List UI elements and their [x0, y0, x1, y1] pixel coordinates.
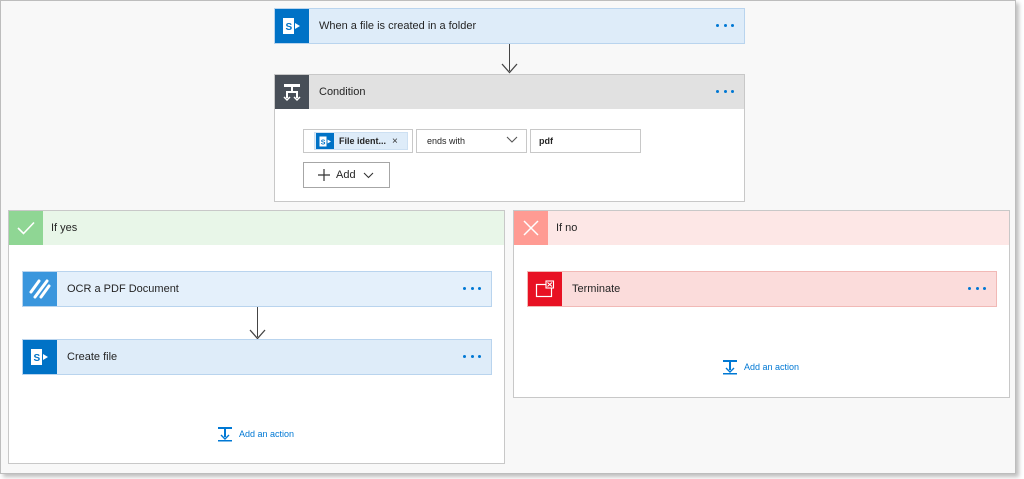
- token-remove-button[interactable]: ×: [386, 136, 398, 147]
- svg-text:S: S: [286, 22, 293, 33]
- add-label: Add: [336, 169, 356, 181]
- token-label: File ident...: [339, 136, 387, 146]
- if-yes-header[interactable]: If yes: [9, 211, 504, 245]
- create-file-action-title: Create file: [67, 351, 118, 363]
- if-yes-add-action-link[interactable]: Add an action: [217, 426, 294, 442]
- ocr-icon: [23, 272, 57, 306]
- terminate-action-card[interactable]: Terminate: [527, 271, 997, 307]
- condition-icon: [275, 75, 309, 109]
- chevron-down-icon: [506, 136, 518, 143]
- condition-left-operand-field[interactable]: S File ident... ×: [303, 129, 413, 153]
- chevron-down-icon: [363, 172, 373, 178]
- checkmark-icon: [9, 211, 43, 245]
- terminate-action-header[interactable]: Terminate: [528, 272, 996, 306]
- terminate-more-options-button[interactable]: [968, 281, 986, 295]
- condition-value-input[interactable]: pdf: [530, 129, 641, 153]
- if-no-add-action-link[interactable]: Add an action: [722, 359, 799, 375]
- if-no-header[interactable]: If no: [514, 211, 1009, 245]
- flow-designer-canvas: S When a file is created in a folder Con…: [0, 0, 1016, 474]
- svg-text:S: S: [320, 139, 325, 146]
- create-file-more-options-button[interactable]: [463, 349, 481, 363]
- condition-operator-select[interactable]: ends with: [416, 129, 527, 153]
- ocr-action-card[interactable]: OCR a PDF Document: [22, 271, 492, 307]
- create-file-action-card[interactable]: S Create file: [22, 339, 492, 375]
- if-no-add-action-label: Add an action: [744, 362, 800, 372]
- trigger-card[interactable]: S When a file is created in a folder: [274, 8, 745, 44]
- condition-more-options-button[interactable]: [716, 84, 734, 98]
- create-file-action-header[interactable]: S Create file: [23, 340, 491, 374]
- condition-title: Condition: [319, 86, 366, 98]
- trigger-title: When a file is created in a folder: [319, 20, 477, 32]
- ocr-action-title: OCR a PDF Document: [67, 283, 179, 295]
- operator-value: ends with: [427, 136, 466, 146]
- dynamic-content-token[interactable]: S File ident... ×: [314, 132, 408, 150]
- close-icon: [514, 211, 548, 245]
- plus-icon: [318, 169, 330, 181]
- terminate-icon: [528, 272, 562, 306]
- condition-body: S File ident... × ends with pdf Add: [275, 109, 744, 201]
- ocr-action-header[interactable]: OCR a PDF Document: [23, 272, 491, 306]
- add-condition-button[interactable]: Add: [303, 162, 390, 188]
- if-no-title: If no: [556, 222, 578, 234]
- if-yes-add-action-label: Add an action: [239, 429, 295, 439]
- svg-text:S: S: [34, 353, 41, 364]
- condition-header[interactable]: Condition: [275, 75, 744, 109]
- condition-value-text: pdf: [539, 136, 553, 146]
- add-action-icon: [723, 360, 737, 375]
- sharepoint-icon: S: [275, 9, 309, 43]
- arrow-down-icon: [501, 63, 518, 74]
- if-yes-title: If yes: [51, 222, 78, 234]
- ocr-more-options-button[interactable]: [463, 281, 481, 295]
- sharepoint-icon: S: [23, 340, 57, 374]
- sharepoint-icon: S: [316, 133, 334, 149]
- trigger-more-options-button[interactable]: [716, 18, 734, 32]
- trigger-header[interactable]: S When a file is created in a folder: [275, 9, 744, 43]
- condition-card: Condition S File ident... × ends with pd…: [274, 74, 745, 202]
- terminate-action-title: Terminate: [572, 283, 621, 295]
- add-action-icon: [218, 427, 232, 442]
